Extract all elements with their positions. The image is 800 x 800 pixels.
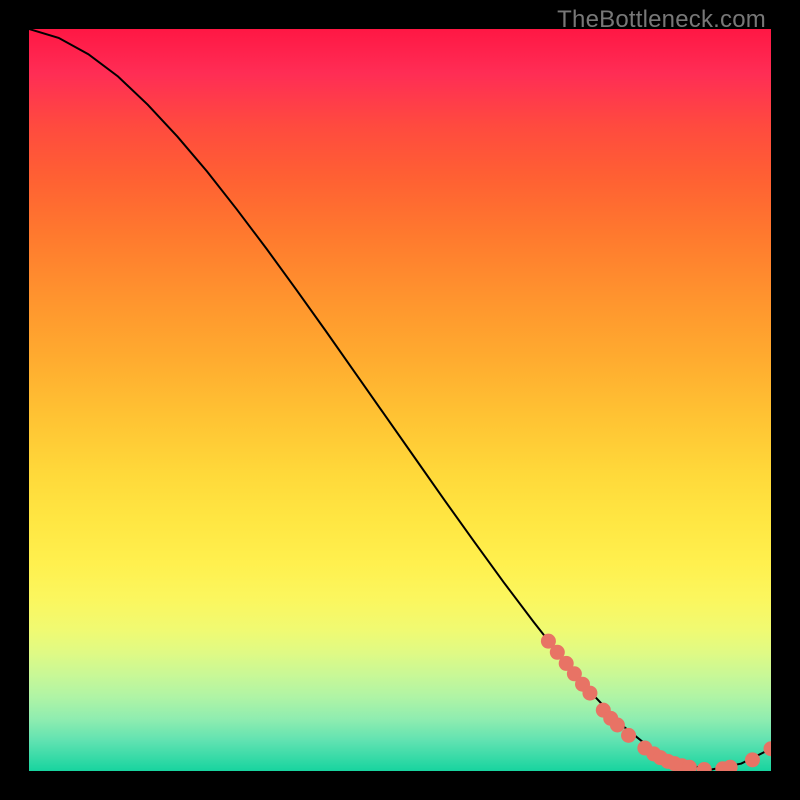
chart-markers — [541, 634, 771, 771]
chart-marker — [697, 762, 712, 771]
chart-marker — [610, 718, 625, 733]
chart-marker — [764, 741, 772, 756]
chart-marker — [745, 752, 760, 767]
chart-marker — [621, 728, 636, 743]
chart-stage: TheBottleneck.com — [0, 0, 800, 800]
curve-line — [29, 29, 771, 770]
chart-plot-area — [29, 29, 771, 771]
chart-svg — [29, 29, 771, 771]
chart-marker — [582, 686, 597, 701]
chart-marker — [723, 760, 738, 771]
